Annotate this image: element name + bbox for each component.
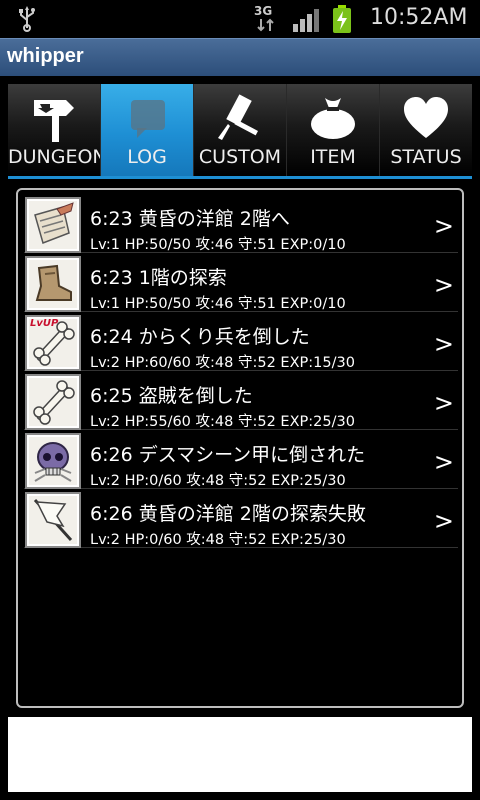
log-row[interactable]: 6:23 1階の探索 Lv:1 HP:50/50 攻:46 守:51 EXP:0… (24, 253, 458, 312)
tab-log[interactable]: LOG (101, 84, 194, 176)
heart-icon (404, 97, 448, 138)
chevron-right-icon: > (433, 448, 454, 476)
log-title: 6:25 盗賊を倒した (90, 385, 253, 407)
tab-custom[interactable]: CUSTOM (194, 84, 287, 176)
clock: 10:52AM (370, 5, 468, 30)
bone-icon (25, 374, 81, 430)
tab-label: STATUS (390, 146, 462, 168)
chevron-right-icon: > (433, 330, 454, 358)
log-row[interactable]: 6:23 黄昏の洋館 2階へ Lv:1 HP:50/50 攻:46 守:51 E… (24, 194, 458, 253)
tab-dungeon[interactable]: DUNGEON (8, 84, 101, 176)
log-stats: Lv:2 HP:0/60 攻:48 守:52 EXP:25/30 (90, 532, 346, 548)
log-title: 6:23 1階の探索 (90, 267, 227, 289)
battery-charging-icon (333, 5, 351, 33)
bag-icon (311, 98, 355, 139)
map-scroll-icon (25, 197, 81, 253)
chevron-right-icon: > (433, 271, 454, 299)
log-stats: Lv:1 HP:50/50 攻:46 守:51 EXP:0/10 (90, 237, 346, 253)
chevron-right-icon: > (433, 507, 454, 535)
log-stats: Lv:2 HP:55/60 攻:48 守:52 EXP:25/30 (90, 414, 355, 430)
skull-icon (25, 433, 81, 489)
chevron-right-icon: > (433, 389, 454, 417)
log-stats: Lv:2 HP:60/60 攻:48 守:52 EXP:15/30 (90, 355, 355, 371)
status-bar: 3G 10:52AM (0, 0, 480, 38)
tab-label: LOG (127, 146, 167, 168)
tab-label: CUSTOM (198, 146, 282, 168)
tab-underline (8, 176, 472, 179)
log-title: 6:26 デスマシーン甲に倒された (90, 444, 366, 466)
level-up-badge: LvUP (30, 318, 59, 329)
log-row[interactable]: 6:26 黄昏の洋館 2階の探索失敗 Lv:2 HP:0/60 攻:48 守:5… (24, 489, 458, 548)
tab-label: ITEM (310, 146, 356, 168)
log-row[interactable]: 6:25 盗賊を倒した Lv:2 HP:55/60 攻:48 守:52 EXP:… (24, 371, 458, 430)
usb-icon (19, 6, 35, 32)
app-title-bar: whipper (0, 38, 480, 76)
log-stats: Lv:1 HP:50/50 攻:46 守:51 EXP:0/10 (90, 296, 346, 312)
app-title: whipper (7, 45, 84, 67)
log-stats: Lv:2 HP:0/60 攻:48 守:52 EXP:25/30 (90, 473, 346, 489)
white-flag-icon (25, 492, 81, 548)
tab-status[interactable]: STATUS (380, 84, 472, 176)
log-row[interactable]: LvUP 6:24 からくり兵を倒した Lv:2 HP:60/60 攻:48 守… (24, 312, 458, 371)
chevron-right-icon: > (433, 212, 454, 240)
signal-strength-icon (293, 9, 319, 32)
log-title: 6:23 黄昏の洋館 2階へ (90, 208, 290, 230)
speech-bubble-icon (131, 100, 165, 138)
signpost-icon (34, 100, 74, 142)
ad-banner-area[interactable] (8, 717, 472, 792)
bone-icon: LvUP (25, 315, 81, 371)
log-row[interactable]: 6:26 デスマシーン甲に倒された Lv:2 HP:0/60 攻:48 守:52… (24, 430, 458, 489)
network-type-icon: 3G (252, 4, 282, 34)
boot-icon (25, 256, 81, 312)
log-list: 6:23 黄昏の洋館 2階へ Lv:1 HP:50/50 攻:46 守:51 E… (16, 188, 464, 708)
log-title: 6:24 からくり兵を倒した (90, 326, 310, 348)
hammer-icon (218, 94, 259, 140)
tab-label: DUNGEON (8, 146, 101, 168)
log-title: 6:26 黄昏の洋館 2階の探索失敗 (90, 503, 366, 525)
tab-bar: DUNGEON LOG CUSTOM ITEM STATUS (8, 84, 472, 176)
tab-item[interactable]: ITEM (287, 84, 380, 176)
